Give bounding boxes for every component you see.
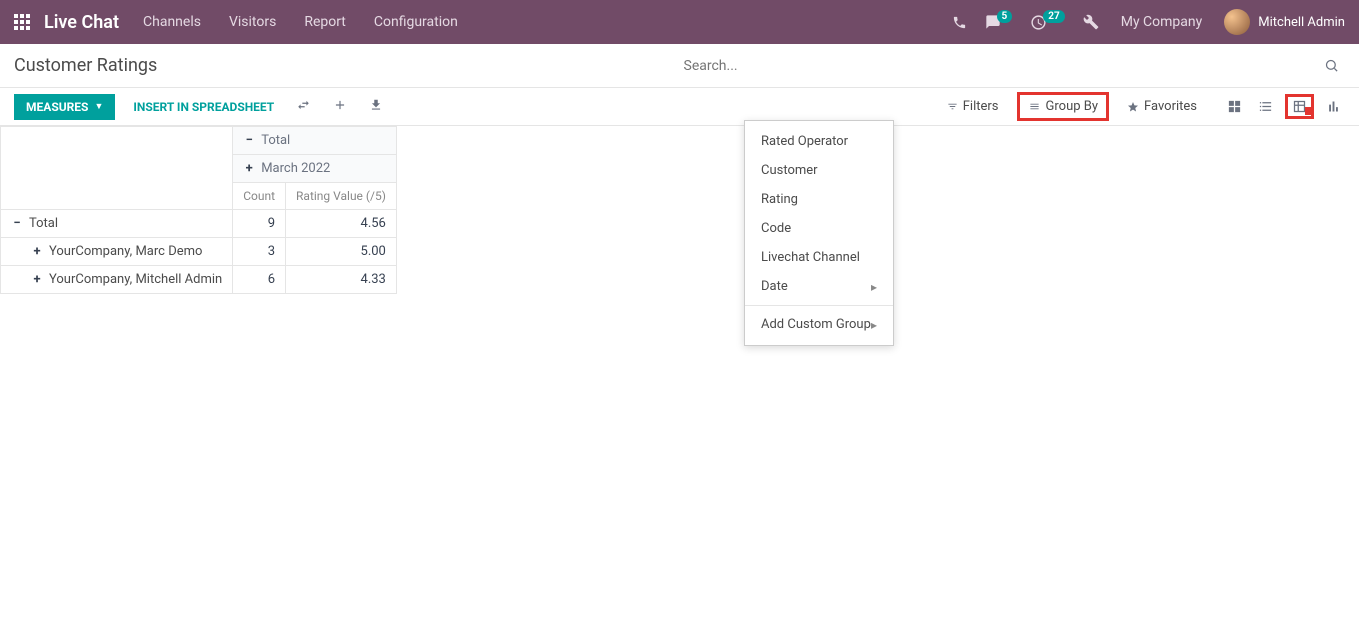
- nav-visitors[interactable]: Visitors: [229, 14, 276, 30]
- app-brand[interactable]: Live Chat: [44, 12, 119, 33]
- expand-icon[interactable]: +: [31, 272, 43, 287]
- groupby-option-customer[interactable]: Customer: [745, 156, 893, 185]
- filters-label: Filters: [963, 99, 999, 114]
- measures-label: MEASURES: [26, 100, 88, 114]
- favorites-label: Favorites: [1144, 99, 1197, 114]
- topbar: Live Chat Channels Visitors Report Confi…: [0, 0, 1359, 44]
- flip-axis-icon[interactable]: [292, 94, 315, 120]
- view-kanban-icon[interactable]: [1223, 95, 1246, 118]
- avatar: [1224, 9, 1250, 35]
- search-icon[interactable]: [1324, 58, 1339, 77]
- view-graph-icon[interactable]: [1322, 95, 1345, 118]
- pivot-table: −Total +March 2022 Count Rating Value (/…: [0, 126, 397, 294]
- user-menu[interactable]: Mitchell Admin: [1224, 9, 1345, 35]
- chevron-right-icon: ▸: [871, 318, 877, 332]
- view-list-icon[interactable]: [1254, 95, 1277, 118]
- insert-spreadsheet-button[interactable]: INSERT IN SPREADSHEET: [129, 94, 278, 120]
- filter-group: Filters Group By Favorites: [939, 92, 1223, 121]
- pivot-row[interactable]: +YourCompany, Mitchell Admin 6 4.33: [1, 266, 397, 294]
- groupby-option-rated-operator[interactable]: Rated Operator: [745, 127, 893, 156]
- filters-button[interactable]: Filters: [939, 95, 1007, 118]
- pivot-measure-rating: Rating Value (/5): [286, 183, 397, 210]
- messages-badge: 5: [997, 10, 1013, 23]
- chevron-right-icon: ▸: [871, 280, 877, 294]
- nav-channels[interactable]: Channels: [143, 14, 201, 30]
- user-name: Mitchell Admin: [1258, 15, 1345, 30]
- activity-badge: 27: [1043, 10, 1064, 23]
- messages-icon[interactable]: 5: [985, 14, 1013, 30]
- activity-icon[interactable]: 27: [1030, 14, 1064, 31]
- pivot-row[interactable]: +YourCompany, Marc Demo 3 5.00: [1, 238, 397, 266]
- groupby-option-livechat-channel[interactable]: Livechat Channel: [745, 243, 893, 272]
- pivot-row-total[interactable]: −Total 9 4.56: [1, 210, 397, 238]
- group-by-dropdown: Rated Operator Customer Rating Code Live…: [744, 120, 894, 346]
- expand-icon[interactable]: +: [243, 161, 255, 176]
- expand-all-icon[interactable]: [329, 94, 351, 120]
- collapse-icon[interactable]: −: [243, 133, 255, 148]
- pivot-col-total[interactable]: −Total: [233, 127, 397, 155]
- groupby-option-date[interactable]: Date▸: [745, 272, 893, 301]
- group-by-label: Group By: [1046, 99, 1099, 114]
- nav-report[interactable]: Report: [304, 14, 346, 30]
- pivot-view: −Total +March 2022 Count Rating Value (/…: [0, 126, 1359, 294]
- favorites-button[interactable]: Favorites: [1119, 95, 1205, 118]
- pivot-measure-count: Count: [233, 183, 286, 210]
- nav-configuration[interactable]: Configuration: [374, 14, 458, 30]
- star-icon: [1127, 101, 1139, 113]
- funnel-icon: [947, 101, 958, 112]
- groupby-option-rating[interactable]: Rating: [745, 185, 893, 214]
- apps-icon[interactable]: [14, 14, 30, 30]
- list-icon: [1028, 101, 1041, 112]
- group-by-button[interactable]: Group By: [1017, 92, 1110, 121]
- view-switcher: [1223, 94, 1345, 119]
- download-icon[interactable]: [365, 94, 387, 120]
- measures-button[interactable]: MEASURES ▼: [14, 94, 115, 120]
- company-selector[interactable]: My Company: [1121, 14, 1203, 30]
- subbar: Customer Ratings: [0, 44, 1359, 88]
- collapse-icon[interactable]: −: [11, 216, 23, 231]
- groupby-option-code[interactable]: Code: [745, 214, 893, 243]
- highlight-marker: [1305, 107, 1313, 115]
- caret-down-icon: ▼: [94, 101, 103, 112]
- settings-icon[interactable]: [1083, 14, 1099, 30]
- pivot-col-period[interactable]: +March 2022: [233, 155, 397, 183]
- control-bar: MEASURES ▼ INSERT IN SPREADSHEET Filters…: [0, 88, 1359, 126]
- search-input[interactable]: [680, 52, 1346, 80]
- expand-icon[interactable]: +: [31, 244, 43, 259]
- page-title: Customer Ratings: [0, 55, 680, 76]
- groupby-add-custom[interactable]: Add Custom Group▸: [745, 310, 893, 339]
- dropdown-separator: [745, 305, 893, 306]
- phone-icon[interactable]: [952, 15, 967, 30]
